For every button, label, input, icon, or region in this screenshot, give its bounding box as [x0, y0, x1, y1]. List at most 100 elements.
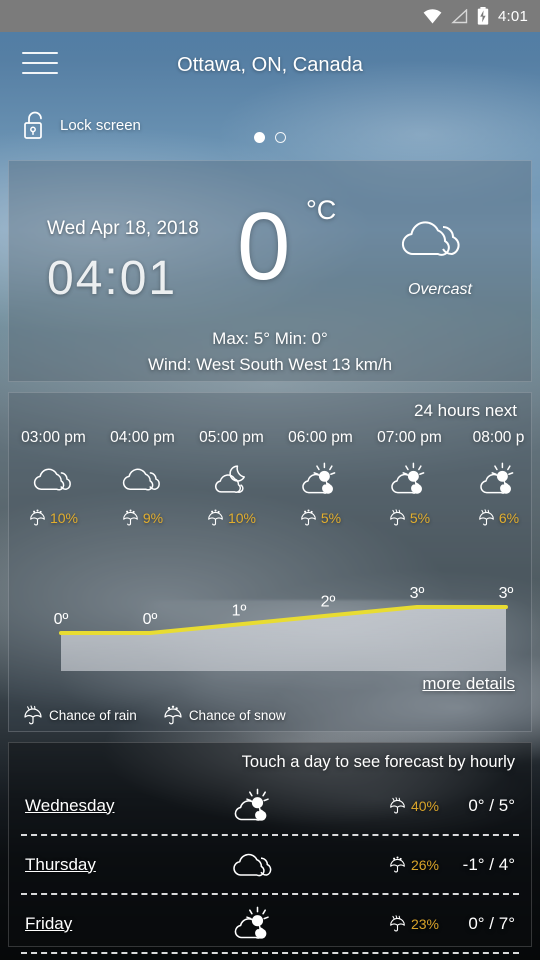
sun-cloud-icon: [234, 906, 269, 939]
daily-precipitation-value: 23%: [410, 915, 439, 932]
daily-temperature-range: -1° / 4°: [462, 854, 515, 874]
umbrella-rain-icon: [390, 509, 405, 526]
hourly-weather-icon-wrap: [454, 453, 531, 505]
hourly-weather-icon-wrap: [9, 453, 98, 505]
daily-precipitation: 26%: [319, 856, 439, 873]
hourly-weather-icon-wrap: [187, 453, 276, 505]
daily-forecast-card[interactable]: Touch a day to see forecast by hourly We…: [8, 742, 532, 954]
wind-info: Wind: West South West 13 km/h: [147, 355, 393, 374]
hourly-forecast-card[interactable]: 24 hours next 03:00 pm 10% 04:00 pm 9% 05:00…: [8, 392, 532, 732]
sun-cloud-icon: [234, 788, 269, 821]
row-divider: [21, 952, 519, 954]
umbrella-snow-icon: [208, 509, 223, 526]
sun-cloud-icon: [390, 462, 424, 494]
temperature-unit: °C: [306, 195, 337, 225]
wifi-icon: [423, 8, 442, 23]
temperature-point-label: 1º: [232, 602, 247, 619]
overcast-cloud-icon: [233, 853, 272, 877]
status-bar: 4:01: [0, 0, 540, 32]
temperature-area: [61, 607, 506, 671]
max-min-temperature: Max: 5° Min: 0°: [212, 329, 328, 348]
overcast-cloud-icon: [33, 468, 71, 491]
daily-hint-text: Touch a day to see forecast by hourly: [241, 753, 515, 771]
hourly-column[interactable]: 07:00 pm 5%: [365, 429, 454, 526]
daily-rows-container: Wednesday 40% 0° / 5° Thursday 26% -1° / 4° Fr…: [9, 777, 531, 954]
current-temperature: 0: [237, 193, 291, 300]
hourly-precipitation-value: 6%: [498, 509, 520, 526]
page-dot-inactive[interactable]: [275, 132, 286, 143]
temperature-graph: 0º 0º 1º 2º 3º 3º: [9, 571, 531, 681]
temperature-point-label: 0º: [143, 611, 158, 628]
hourly-precipitation-value: 10%: [49, 509, 79, 526]
hourly-weather-icon-wrap: [276, 453, 365, 505]
overcast-cloud-icon: [122, 468, 160, 491]
daily-temperature-range: 0° / 7°: [468, 913, 515, 933]
hourly-weather-icon-wrap: [365, 453, 454, 505]
legend-item-snow: Chance of snow: [163, 705, 286, 725]
daily-weather-icon-wrap: [189, 847, 319, 882]
hourly-column[interactable]: 05:00 pm 10%: [187, 429, 276, 526]
daily-precipitation-value: 40%: [410, 797, 439, 814]
current-condition-label: Overcast: [407, 281, 472, 298]
umbrella-snow-icon: [30, 509, 45, 526]
hourly-precipitation-value: 5%: [320, 509, 342, 526]
hourly-time: 05:00 pm: [199, 429, 264, 446]
current-conditions-card[interactable]: Wed Apr 18, 2018 04:01 0 °C Overcast Max…: [8, 160, 532, 382]
hourly-precipitation: 10%: [187, 509, 276, 526]
daily-day-name: Wednesday: [25, 795, 115, 815]
current-date: Wed Apr 18, 2018: [47, 218, 199, 239]
hourly-column[interactable]: 03:00 pm 10%: [9, 429, 98, 526]
hourly-time: 08:00 p: [472, 429, 525, 446]
hourly-time: 07:00 pm: [377, 429, 442, 446]
hourly-precipitation: 9%: [98, 509, 187, 526]
hourly-weather-icon-wrap: [98, 453, 187, 505]
daily-precipitation-value: 26%: [410, 856, 439, 873]
umbrella-snow-icon: [164, 705, 182, 725]
hourly-section-label: 24 hours next: [413, 401, 517, 420]
umbrella-snow-icon: [301, 509, 316, 526]
hourly-precipitation: 5%: [365, 509, 454, 526]
overcast-cloud-icon: [399, 213, 471, 264]
lock-screen-label: Lock screen: [60, 116, 141, 134]
daily-weather-icon-wrap: [189, 906, 319, 941]
sun-cloud-icon: [479, 462, 513, 494]
daily-precipitation: 40%: [319, 797, 439, 814]
umbrella-rain-icon: [390, 797, 405, 814]
hourly-precipitation-value: 10%: [227, 509, 257, 526]
hourly-scroll-strip[interactable]: 03:00 pm 10% 04:00 pm 9% 05:00 pm 10% 06:00 pm…: [9, 429, 531, 526]
hourly-time: 06:00 pm: [288, 429, 353, 446]
more-details-link[interactable]: more details: [422, 674, 515, 694]
hourly-column[interactable]: 06:00 pm 5%: [276, 429, 365, 526]
umbrella-rain-icon: [479, 509, 494, 526]
signal-icon: [451, 8, 468, 23]
legend-item-rain: Chance of rain: [23, 705, 137, 725]
legend-label-snow: Chance of snow: [188, 707, 286, 723]
temperature-point-label: 0º: [54, 611, 69, 628]
hourly-time: 03:00 pm: [21, 429, 86, 446]
page-dot-active[interactable]: [254, 132, 265, 143]
hourly-time: 04:00 pm: [110, 429, 175, 446]
temperature-point-label: 3º: [410, 585, 425, 602]
moon-cloud-icon: [214, 465, 245, 493]
umbrella-rain-icon: [24, 705, 42, 725]
temperature-point-label: 3º: [499, 585, 514, 602]
daily-forecast-row[interactable]: Wednesday 40% 0° / 5°: [9, 777, 531, 834]
hourly-column[interactable]: 04:00 pm 9%: [98, 429, 187, 526]
daily-temperature-range: 0° / 5°: [468, 795, 515, 815]
precipitation-legend: Chance of rain Chance of snow: [23, 705, 286, 725]
hourly-column[interactable]: 08:00 p 6%: [454, 429, 531, 526]
umbrella-rain-icon: [390, 915, 405, 932]
daily-forecast-row[interactable]: Friday 23% 0° / 7°: [9, 895, 531, 952]
hourly-precipitation: 6%: [454, 509, 531, 526]
legend-label-rain: Chance of rain: [49, 707, 137, 723]
daily-weather-icon-wrap: [189, 788, 319, 823]
daily-forecast-row[interactable]: Thursday 26% -1° / 4°: [9, 836, 531, 893]
hourly-precipitation-value: 9%: [142, 509, 164, 526]
temperature-point-label: 2º: [321, 594, 336, 611]
daily-precipitation: 23%: [319, 915, 439, 932]
daily-day-name: Friday: [25, 913, 73, 933]
umbrella-snow-icon: [390, 856, 405, 873]
page-indicator[interactable]: [0, 132, 540, 143]
hourly-precipitation: 5%: [276, 509, 365, 526]
page-title: Ottawa, ON, Canada: [177, 54, 363, 76]
